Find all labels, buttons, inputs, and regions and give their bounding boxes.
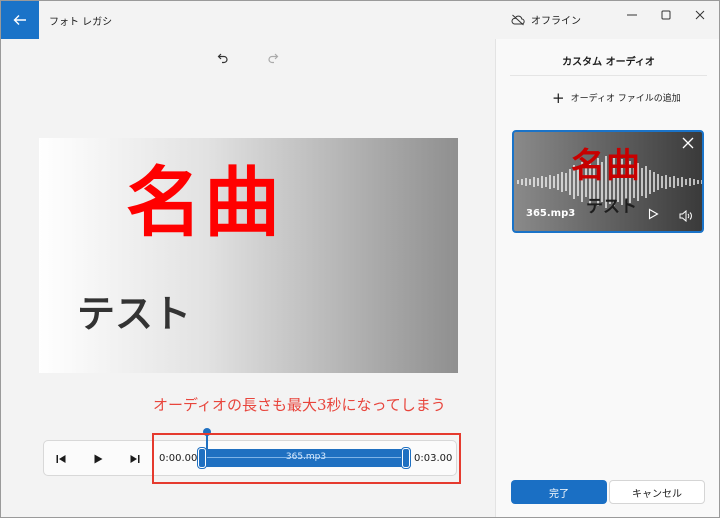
preview-subtitle: テスト <box>76 292 191 336</box>
maximize-button[interactable] <box>651 5 681 25</box>
card-title: 名曲 <box>571 146 641 186</box>
remove-audio-button[interactable] <box>680 136 696 152</box>
add-audio-label: オーディオ ファイルの追加 <box>570 94 681 104</box>
close-icon <box>695 10 705 20</box>
card-subtitle: テスト <box>586 197 637 217</box>
close-icon <box>682 137 694 149</box>
cancel-button[interactable]: キャンセル <box>609 480 705 504</box>
volume-icon <box>679 209 692 223</box>
undo-button[interactable] <box>211 47 233 69</box>
preview-subtitle-wrap: テスト <box>39 283 458 338</box>
plus-icon: + <box>552 88 565 107</box>
custom-audio-panel: カスタム オーディオ + オーディオ ファイルの追加 名曲 テスト 365.mp… <box>495 39 719 517</box>
play-icon <box>94 454 103 464</box>
offline-status: オフライン <box>511 12 581 27</box>
minimize-icon <box>627 14 637 16</box>
done-button[interactable]: 完了 <box>511 480 607 504</box>
offline-label: オフライン <box>531 16 581 27</box>
card-play-button[interactable] <box>648 208 659 223</box>
play-outline-icon <box>648 208 659 220</box>
highlight-box <box>152 433 461 484</box>
add-audio-button[interactable]: + オーディオ ファイルの追加 <box>552 88 681 107</box>
video-preview: 名曲 テスト <box>39 138 458 373</box>
maximize-icon <box>661 10 671 20</box>
card-volume-button[interactable] <box>679 207 693 223</box>
panel-title: カスタム オーディオ <box>562 57 655 68</box>
audio-card[interactable]: 名曲 テスト 365.mp3 <box>512 130 704 233</box>
minimize-button[interactable] <box>617 5 647 25</box>
skip-forward-icon <box>130 455 140 463</box>
app-title: フォト レガシ <box>49 17 113 28</box>
skip-back-button[interactable] <box>52 450 70 468</box>
undo-icon <box>217 53 228 64</box>
redo-button[interactable] <box>263 47 285 69</box>
redo-icon <box>268 53 279 64</box>
cloud-offline-icon <box>511 14 525 25</box>
back-button[interactable] <box>1 1 39 39</box>
app-window: フォト レガシ オフライン 名曲 テスト オーディオの長さも最大3秒になってしま… <box>0 0 720 518</box>
preview-title: 名曲 <box>126 158 282 247</box>
panel-divider <box>510 75 707 76</box>
close-window-button[interactable] <box>685 5 715 25</box>
card-file-name: 365.mp3 <box>526 208 576 219</box>
play-button[interactable] <box>89 450 107 468</box>
skip-back-icon <box>56 455 66 463</box>
title-bar: フォト レガシ オフライン <box>1 1 719 39</box>
annotation-text: オーディオの長さも最大3秒になってしまう <box>153 396 446 414</box>
skip-forward-button[interactable] <box>126 450 144 468</box>
arrow-left-icon <box>13 15 26 25</box>
